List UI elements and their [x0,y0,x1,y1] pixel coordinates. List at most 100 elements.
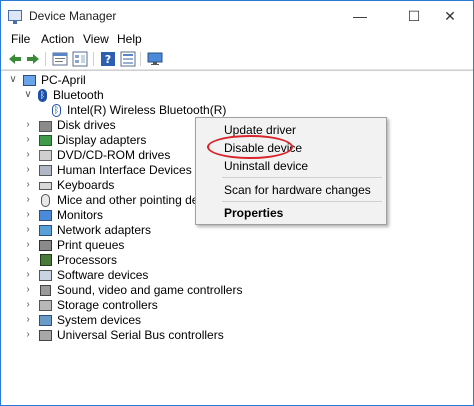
tree-category-dvd-drives[interactable]: › DVD/CD-ROM drives [1,148,201,163]
tree-category-processors[interactable]: › Processors [1,253,201,268]
chevron-right-icon[interactable]: › [23,178,33,192]
context-menu-uninstall-device[interactable]: Uninstall device [224,159,308,173]
title-bar[interactable]: Device Manager — ☐ ✕ [1,1,473,31]
tree-category-network-adapters[interactable]: › Network adapters [1,223,201,238]
monitor-icon [39,210,52,221]
tree-category-label: Sound, video and game controllers [57,283,243,297]
properties-icon[interactable] [52,51,68,67]
highlight-ring [207,135,293,159]
forward-icon[interactable] [25,51,41,67]
monitor-icon[interactable] [147,51,163,67]
tree-category-software-devices[interactable]: › Software devices [1,268,201,283]
tree-root-row[interactable]: ∨ PC-April [1,73,201,88]
chevron-right-icon[interactable]: › [23,283,33,297]
context-menu-separator [222,201,382,202]
speaker-icon [40,285,51,296]
help-icon[interactable]: ? [100,51,116,67]
window-title: Device Manager [29,9,117,23]
tree-category-bluetooth[interactable]: ∨ ᛒ Bluetooth [1,88,201,103]
tree-root-label: PC-April [41,73,86,87]
toolbar: ? [1,49,473,70]
chevron-right-icon[interactable]: › [23,223,33,237]
software-device-icon [39,270,52,281]
context-menu-properties[interactable]: Properties [224,206,283,220]
chevron-down-icon[interactable]: ∨ [23,88,33,102]
chevron-right-icon[interactable]: › [23,298,33,312]
toolbar-grid-icon[interactable] [120,51,136,67]
display-adapter-icon [39,135,52,146]
chevron-right-icon[interactable]: › [23,148,33,162]
tree-category-mice[interactable]: › Mice and other pointing devices [1,193,226,208]
menu-action[interactable]: Action [41,32,74,46]
menu-bar: File Action View Help [1,31,473,49]
tree-category-system-devices[interactable]: › System devices [1,313,201,328]
disk-drive-icon [39,121,52,132]
tree-category-label: Display adapters [57,133,147,147]
tree-category-label: Monitors [57,208,104,222]
context-menu-scan-hardware[interactable]: Scan for hardware changes [224,183,371,197]
device-manager-app-icon [8,10,22,24]
chevron-right-icon[interactable]: › [23,208,33,222]
mouse-icon [41,194,50,207]
menu-view[interactable]: View [83,32,109,46]
tree-category-label: Network adapters [57,223,152,237]
chevron-right-icon[interactable]: › [23,313,33,327]
tree-category-keyboards[interactable]: › Keyboards [1,178,201,193]
tree-category-label: Keyboards [57,178,115,192]
toolbar-separator [45,52,46,66]
context-menu: Update driver Disable device Uninstall d… [195,117,387,225]
tree-device-label: Intel(R) Wireless Bluetooth(R) [67,103,227,117]
hid-icon [39,165,52,176]
device-manager-window: Device Manager — ☐ ✕ File Action View He… [0,0,474,406]
bluetooth-device-icon: ᛒ [52,104,61,117]
chevron-right-icon[interactable]: › [23,163,33,177]
back-icon[interactable] [7,51,23,67]
usb-icon [39,330,52,341]
computer-icon [23,75,36,86]
chevron-right-icon[interactable]: › [23,268,33,282]
tree-category-print-queues[interactable]: › Print queues [1,238,201,253]
storage-controller-icon [39,300,52,311]
tree-category-label: System devices [57,313,142,327]
tree-category-label: Storage controllers [57,298,158,312]
tree-category-usb[interactable]: › Universal Serial Bus controllers [1,328,224,343]
context-menu-separator [222,177,382,178]
chevron-right-icon[interactable]: › [23,118,33,132]
dvd-drive-icon [39,150,52,161]
tree-category-sound[interactable]: › Sound, video and game controllers [1,283,242,298]
chevron-right-icon[interactable]: › [23,193,33,207]
toolbar-separator [93,52,94,66]
minimize-button[interactable]: — [337,1,383,31]
chevron-right-icon[interactable]: › [23,328,33,342]
network-adapter-icon [39,225,52,236]
tree-category-label: Processors [57,253,118,267]
tree-category-display-adapters[interactable]: › Display adapters [1,133,201,148]
bluetooth-icon: ᛒ [38,89,47,102]
close-button[interactable]: ✕ [427,1,473,31]
keyboard-icon [39,182,52,190]
processor-icon [40,254,52,266]
tree-category-label: Universal Serial Bus controllers [57,328,224,342]
tree-category-label: Print queues [57,238,125,252]
svg-text:?: ? [105,53,111,66]
tree-device-bluetooth-adapter[interactable]: ᛒ Intel(R) Wireless Bluetooth(R) [1,103,226,118]
chevron-down-icon[interactable]: ∨ [8,73,18,87]
tree-category-label: Human Interface Devices [57,163,192,177]
tree-category-label: DVD/CD-ROM drives [57,148,171,162]
tree-category-disk-drives[interactable]: › Disk drives [1,118,201,133]
chevron-right-icon[interactable]: › [23,133,33,147]
tree-category-label: Bluetooth [53,88,104,102]
chevron-right-icon[interactable]: › [23,238,33,252]
menu-help[interactable]: Help [117,32,142,46]
tree-category-hid[interactable]: › Human Interface Devices [1,163,201,178]
menu-file[interactable]: File [11,32,30,46]
printer-icon [39,240,52,251]
tree-category-label: Disk drives [57,118,116,132]
toolbar-separator [140,52,141,66]
tree-category-label: Software devices [57,268,149,282]
tree-category-storage-controllers[interactable]: › Storage controllers [1,298,201,313]
system-device-icon [39,315,52,326]
console-tree-icon[interactable] [72,51,88,67]
chevron-right-icon[interactable]: › [23,253,33,267]
tree-category-monitors[interactable]: › Monitors [1,208,201,223]
